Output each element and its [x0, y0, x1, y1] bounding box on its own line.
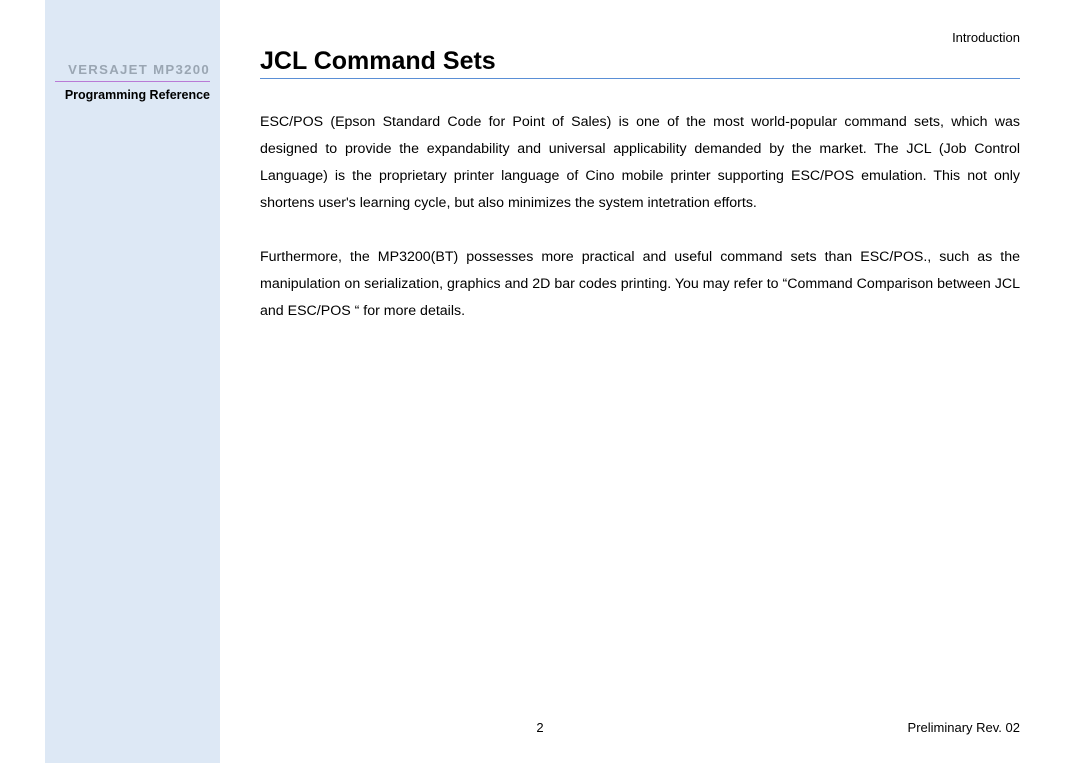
product-name: VERSAJET MP3200 — [55, 62, 210, 77]
footer-revision: Preliminary Rev. 02 — [908, 720, 1020, 735]
sidebar: VERSAJET MP3200 Programming Reference — [45, 0, 220, 763]
document-page: VERSAJET MP3200 Programming Reference In… — [0, 0, 1080, 763]
section-title: JCL Command Sets — [260, 47, 1020, 76]
title-rule — [260, 78, 1020, 79]
paragraph-2: Furthermore, the MP3200(BT) possesses mo… — [260, 244, 1020, 325]
main-content: JCL Command Sets ESC/POS (Epson Standard… — [260, 47, 1020, 352]
paragraph-1: ESC/POS (Epson Standard Code for Point o… — [260, 109, 1020, 217]
document-subtitle: Programming Reference — [55, 88, 210, 102]
sidebar-content: VERSAJET MP3200 Programming Reference — [45, 0, 220, 102]
sidebar-divider — [55, 81, 210, 82]
body-text: ESC/POS (Epson Standard Code for Point o… — [260, 109, 1020, 325]
header-section-label: Introduction — [952, 30, 1020, 45]
